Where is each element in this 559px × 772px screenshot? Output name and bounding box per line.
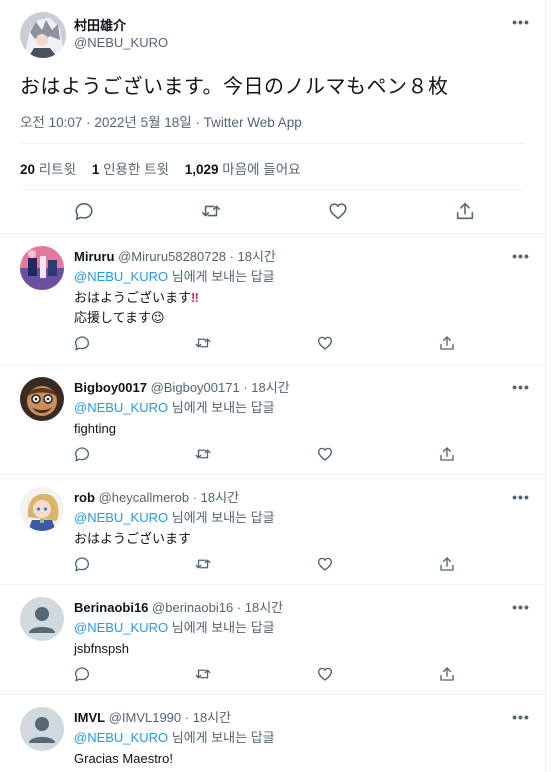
author-name[interactable]: 村田雄介	[74, 15, 126, 34]
reply-text: jsbfnspsh	[74, 641, 129, 656]
retweet-icon[interactable]	[194, 445, 212, 463]
reply-header: IMVL @IMVL1990 · 18시간	[74, 710, 232, 725]
author-handle[interactable]: @NEBU_KURO	[74, 35, 168, 50]
reply-icon[interactable]	[73, 665, 91, 683]
retweets-stat[interactable]: 20 리트윗	[20, 162, 76, 177]
reply-to-link[interactable]: @NEBU_KURO	[74, 400, 168, 415]
reply-item[interactable]: rob @heycallmerob · 18시간 ••• @NEBU_KURO …	[0, 474, 545, 584]
reply-author-handle[interactable]: @Miruru58280728	[118, 249, 226, 264]
retweet-icon[interactable]	[194, 555, 212, 573]
more-options-icon[interactable]: •••	[511, 380, 531, 396]
reply-author-name[interactable]: Bigboy0017	[74, 380, 147, 395]
reply-time[interactable]: 18시간	[201, 490, 239, 505]
reply-item[interactable]: IMVL @IMVL1990 · 18시간 ••• @NEBU_KURO 님에게…	[0, 694, 545, 772]
scrollbar[interactable]	[545, 0, 559, 772]
more-options-icon[interactable]: •••	[511, 15, 531, 31]
share-icon[interactable]	[438, 445, 456, 463]
reply-time[interactable]: 18시간	[251, 380, 289, 395]
reply-to-line: @NEBU_KURO 님에게 보내는 답글	[74, 510, 275, 525]
like-icon[interactable]	[327, 200, 349, 222]
reply-text: fighting	[74, 421, 116, 436]
reply-item[interactable]: Miruru @Miruru58280728 · 18시간 ••• @NEBU_…	[0, 233, 545, 351]
tweet-thread: 村田雄介 @NEBU_KURO ••• おはようございます。今日のノルマもペン８…	[0, 0, 545, 772]
reply-time[interactable]: 18시간	[238, 249, 276, 264]
reply-author-handle[interactable]: @berinaobi16	[152, 600, 233, 615]
divider	[20, 143, 525, 144]
reply-to-line: @NEBU_KURO 님에게 보내는 답글	[74, 269, 275, 284]
share-icon[interactable]	[438, 555, 456, 573]
reply-icon[interactable]	[73, 200, 95, 222]
reply-author-handle[interactable]: @Bigboy00171	[151, 380, 240, 395]
reply-to-link[interactable]: @NEBU_KURO	[74, 730, 168, 745]
reply-header: Berinaobi16 @berinaobi16 · 18시간	[74, 600, 284, 615]
more-options-icon[interactable]: •••	[511, 249, 531, 265]
share-icon[interactable]	[454, 200, 476, 222]
reply-time[interactable]: 18시간	[245, 600, 283, 615]
reply-time[interactable]: 18시간	[193, 710, 231, 725]
divider	[20, 189, 525, 190]
share-icon[interactable]	[438, 334, 456, 352]
reply-author-name[interactable]: rob	[74, 490, 95, 505]
reply-item[interactable]: Bigboy0017 @Bigboy00171 · 18시간 ••• @NEBU…	[0, 364, 545, 474]
author-avatar[interactable]	[20, 12, 66, 58]
default-avatar[interactable]	[20, 707, 64, 751]
reply-author-name[interactable]: Berinaobi16	[74, 600, 148, 615]
more-options-icon[interactable]: •••	[511, 710, 531, 726]
more-options-icon[interactable]: •••	[511, 490, 531, 506]
tweet-stats: 20 리트윗 1 인용한 트윗 1,029 마음에 들어요	[20, 158, 301, 178]
reply-author-name[interactable]: Miruru	[74, 249, 114, 264]
reply-to-link[interactable]: @NEBU_KURO	[74, 620, 168, 635]
reply-to-link[interactable]: @NEBU_KURO	[74, 269, 168, 284]
reply-to-line: @NEBU_KURO 님에게 보내는 답글	[74, 400, 275, 415]
more-options-icon[interactable]: •••	[511, 600, 531, 616]
like-icon[interactable]	[316, 445, 334, 463]
retweet-icon[interactable]	[200, 200, 222, 222]
reply-header: Bigboy0017 @Bigboy00171 · 18시간	[74, 380, 290, 395]
reply-to-line: @NEBU_KURO 님에게 보내는 답글	[74, 730, 275, 745]
tweet-text: おはようございます。今日のノルマもペン８枚	[20, 76, 449, 98]
double-exclamation-emoji: ‼	[191, 290, 199, 305]
reply-icon[interactable]	[73, 445, 91, 463]
reply-to-link[interactable]: @NEBU_KURO	[74, 510, 168, 525]
likes-stat[interactable]: 1,029 마음에 들어요	[185, 162, 301, 177]
quotes-stat[interactable]: 1 인용한 트윗	[92, 162, 169, 177]
retweet-icon[interactable]	[194, 334, 212, 352]
reply-icon[interactable]	[73, 334, 91, 352]
reply-author-name[interactable]: IMVL	[74, 710, 105, 725]
reply-header: rob @heycallmerob · 18시간	[74, 490, 240, 505]
reply-icon[interactable]	[73, 555, 91, 573]
reply-to-line: @NEBU_KURO 님에게 보내는 답글	[74, 620, 275, 635]
share-icon[interactable]	[438, 665, 456, 683]
reply-avatar[interactable]	[20, 246, 64, 290]
reply-avatar[interactable]	[20, 377, 64, 421]
reply-text: おはようございます	[74, 531, 192, 546]
reply-author-handle[interactable]: @heycallmerob	[99, 490, 190, 505]
like-icon[interactable]	[316, 334, 334, 352]
reply-text: Gracias Maestro!	[74, 751, 173, 766]
reply-text: おはようございます‼ 応援してます😉	[74, 290, 199, 325]
reply-header: Miruru @Miruru58280728 · 18시간	[74, 249, 276, 264]
retweet-icon[interactable]	[194, 665, 212, 683]
reply-author-handle[interactable]: @IMVL1990	[109, 710, 181, 725]
like-icon[interactable]	[316, 665, 334, 683]
wink-emoji: 😉	[150, 310, 165, 325]
reply-avatar[interactable]	[20, 487, 64, 531]
reply-item[interactable]: Berinaobi16 @berinaobi16 · 18시간 ••• @NEB…	[0, 584, 545, 694]
tweet-meta[interactable]: 오전 10:07 · 2022년 5월 18일 · Twitter Web Ap…	[20, 111, 302, 131]
default-avatar[interactable]	[20, 597, 64, 641]
like-icon[interactable]	[316, 555, 334, 573]
